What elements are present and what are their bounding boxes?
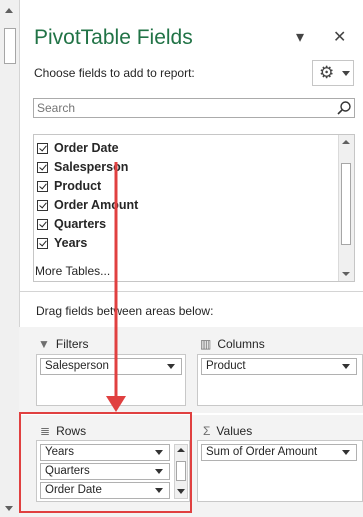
pane-title: PivotTable Fields: [34, 26, 193, 49]
choose-fields-label: Choose fields to add to report:: [34, 66, 195, 80]
columns-header: ▥ Columns: [200, 337, 265, 351]
divider: [19, 291, 363, 292]
field-label: Salesperson: [54, 160, 129, 174]
filter-icon: ▼: [38, 337, 50, 351]
search-input[interactable]: [34, 99, 317, 117]
scrollbar-thumb[interactable]: [4, 28, 16, 64]
checkbox[interactable]: [37, 181, 48, 192]
values-header: Σ Values: [203, 424, 252, 438]
filters-drop-area[interactable]: Salesperson: [36, 354, 186, 406]
drag-fields-label: Drag fields between areas below:: [36, 304, 214, 318]
filters-header: ▼ Filters: [38, 337, 89, 351]
checkbox[interactable]: [37, 162, 48, 173]
column-field-product[interactable]: Product: [201, 358, 357, 375]
scrollbar-thumb[interactable]: [341, 163, 351, 245]
columns-drop-area[interactable]: Product: [197, 354, 363, 406]
pane-scrollbar[interactable]: [0, 0, 20, 517]
filter-field-salesperson[interactable]: Salesperson: [40, 358, 182, 375]
checkbox[interactable]: [37, 219, 48, 230]
field-label: Years: [54, 236, 88, 250]
gear-icon: ⚙: [319, 63, 335, 82]
field-list: Order Date Salesperson Product Order Amo…: [33, 134, 355, 282]
values-label: Values: [216, 424, 253, 438]
chevron-down-icon[interactable]: [342, 450, 350, 455]
task-pane-options-icon[interactable]: ▾: [296, 27, 304, 47]
areas-top-band: ▼ Filters Salesperson ▥ Columns Product: [19, 327, 363, 413]
field-label: Order Date: [54, 141, 119, 155]
pill-label: Sum of Order Amount: [206, 446, 318, 458]
scroll-down-arrow-icon[interactable]: [342, 272, 350, 276]
rows-highlight-box: [19, 412, 192, 513]
checkbox[interactable]: [37, 200, 48, 211]
tools-button[interactable]: ⚙: [312, 60, 354, 86]
scroll-up-arrow-icon[interactable]: [5, 8, 13, 13]
field-label: Quarters: [54, 217, 107, 231]
chevron-down-icon[interactable]: [342, 364, 350, 369]
field-label: Order Amount: [54, 198, 139, 212]
field-label: Product: [54, 179, 102, 193]
chevron-down-icon[interactable]: [167, 364, 175, 369]
columns-label: Columns: [217, 337, 265, 351]
search-box[interactable]: [33, 98, 355, 118]
scroll-up-arrow-icon[interactable]: [342, 140, 350, 144]
columns-icon: ▥: [200, 337, 212, 351]
more-tables-link[interactable]: More Tables...: [35, 264, 110, 278]
chevron-down-icon: [342, 71, 350, 76]
pill-label: Salesperson: [45, 360, 109, 372]
filters-label: Filters: [55, 337, 89, 351]
pill-label: Product: [206, 360, 246, 372]
field-list-scrollbar[interactable]: [338, 135, 354, 281]
close-icon[interactable]: ✕: [333, 27, 346, 47]
values-drop-area[interactable]: Sum of Order Amount: [197, 440, 363, 502]
checkbox[interactable]: [37, 238, 48, 249]
sigma-icon: Σ: [203, 424, 211, 438]
value-field-sum-of-order-amount[interactable]: Sum of Order Amount: [201, 444, 357, 461]
scroll-down-arrow-icon[interactable]: [5, 506, 13, 511]
checkbox[interactable]: [37, 143, 48, 154]
search-icon[interactable]: [336, 100, 352, 119]
